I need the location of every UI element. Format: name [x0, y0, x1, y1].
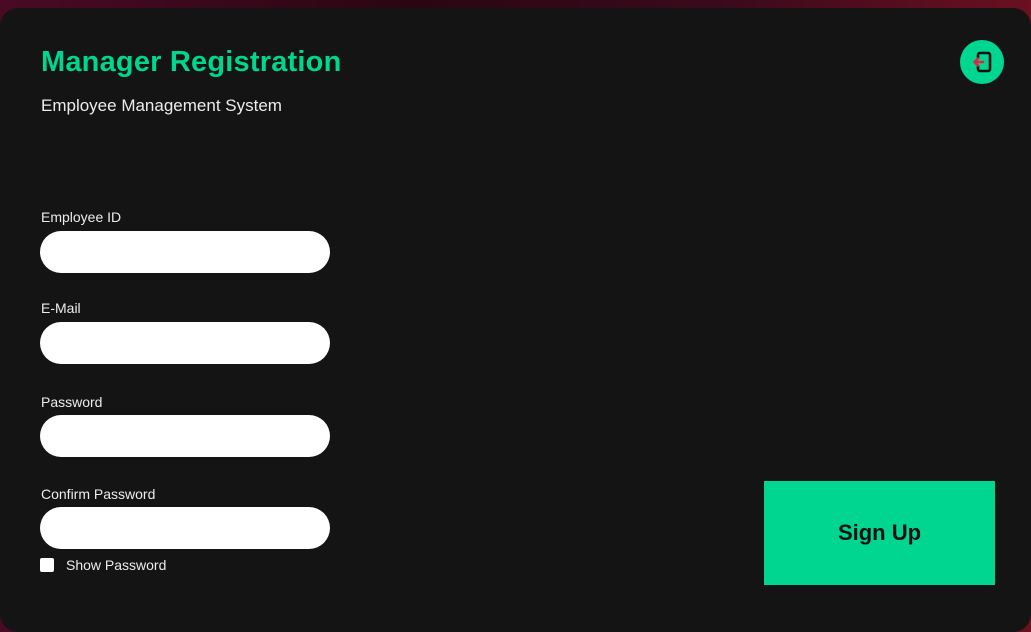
page-title: Manager Registration — [41, 46, 342, 78]
page-subtitle: Employee Management System — [41, 96, 282, 115]
registration-window: Manager Registration Employee Management… — [0, 8, 1031, 632]
employee-id-input[interactable] — [40, 231, 330, 273]
password-label: Password — [41, 394, 103, 410]
email-label: E-Mail — [41, 300, 81, 316]
show-password-checkbox[interactable] — [40, 558, 54, 572]
logout-icon — [973, 51, 992, 73]
show-password-label: Show Password — [66, 557, 167, 573]
show-password-row: Show Password — [40, 557, 166, 573]
confirm-password-label: Confirm Password — [41, 486, 156, 502]
confirm-password-input[interactable] — [40, 507, 330, 549]
exit-button[interactable] — [960, 40, 1004, 84]
password-input[interactable] — [40, 415, 330, 457]
employee-id-label: Employee ID — [41, 209, 122, 225]
email-input[interactable] — [40, 322, 330, 364]
sign-up-button[interactable]: Sign Up — [764, 481, 995, 585]
